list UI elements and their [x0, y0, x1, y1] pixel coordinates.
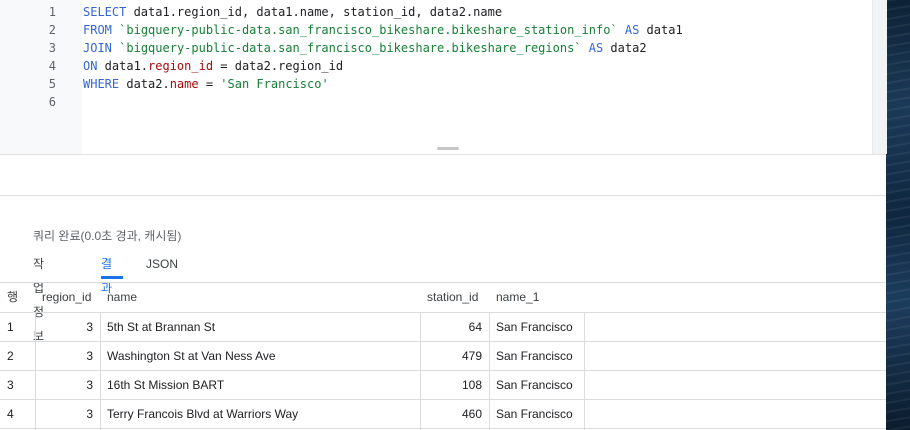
- bigquery-workspace: 1 2 3 4 5 6 SELECT data1.region_id, data…: [0, 0, 887, 430]
- region-id-cell[interactable]: 3: [35, 400, 100, 429]
- line-number: 3: [48, 41, 56, 55]
- query-status: 쿼리 완료(0.0초 경과, 캐시됨): [33, 229, 182, 243]
- column-divider: [489, 313, 490, 430]
- line-number: 2: [48, 23, 56, 37]
- query-editor[interactable]: 1 2 3 4 5 6 SELECT data1.region_id, data…: [0, 0, 887, 155]
- name-cell[interactable]: Terry Francois Blvd at Warriors Way: [100, 400, 420, 429]
- code-token: region_id: [148, 59, 214, 73]
- column-header-name[interactable]: name: [100, 282, 420, 312]
- line-number: 6: [48, 95, 56, 109]
- table-row: 3 3 16th St Mission BART 108 San Francis…: [0, 371, 886, 400]
- section-divider: [0, 195, 886, 196]
- code-token: data1: [639, 23, 683, 37]
- code-line[interactable]: WHERE data2.name = 'San Francisco': [83, 75, 329, 93]
- table-border: [0, 428, 886, 429]
- row-number-cell: 1: [7, 320, 14, 334]
- column-header-row-number[interactable]: 행: [0, 282, 35, 312]
- code-line[interactable]: SELECT data1.region_id, data1.name, stat…: [83, 3, 502, 21]
- station-id-cell[interactable]: 460: [420, 400, 489, 429]
- code-token: name: [169, 77, 199, 91]
- station-id-cell[interactable]: 64: [420, 313, 489, 342]
- row-number-cell: 3: [7, 378, 14, 392]
- code-token: data2.: [119, 77, 170, 91]
- station-id-cell[interactable]: 479: [420, 342, 489, 371]
- table-row: 1 3 5th St at Brannan St 64 San Francisc…: [0, 313, 886, 342]
- table-row: 2 3 Washington St at Van Ness Ave 479 Sa…: [0, 342, 886, 371]
- name-cell[interactable]: 16th St Mission BART: [100, 371, 420, 400]
- code-token: FROM: [83, 23, 112, 37]
- region-id-cell[interactable]: 3: [35, 313, 100, 342]
- code-token: =: [198, 77, 221, 91]
- name-1-cell[interactable]: San Francisco: [489, 400, 584, 429]
- resize-handle[interactable]: [437, 147, 459, 150]
- column-header-station-id[interactable]: station_id: [420, 282, 489, 312]
- editor-scrollbar[interactable]: [872, 0, 887, 154]
- code-token: 'San Francisco': [220, 77, 329, 91]
- row-number-cell: 4: [7, 407, 14, 421]
- code-token: `bigquery-public-data.san_francisco_bike…: [119, 41, 582, 55]
- column-divider: [35, 313, 36, 430]
- region-id-cell[interactable]: 3: [35, 342, 100, 371]
- code-line[interactable]: JOIN `bigquery-public-data.san_francisco…: [83, 39, 647, 57]
- code-token: AS: [624, 23, 640, 37]
- code-token: AS: [588, 41, 604, 55]
- row-number-cell: 2: [7, 349, 14, 363]
- code-token: SELECT: [83, 5, 127, 19]
- active-tab-indicator: [101, 276, 123, 279]
- region-id-cell[interactable]: 3: [35, 371, 100, 400]
- name-cell[interactable]: Washington St at Van Ness Ave: [100, 342, 420, 371]
- results-table: 행 region_id name station_id name_1 1 3 5…: [0, 282, 886, 430]
- code-line[interactable]: ON data1.region_id = data2.region_id: [83, 57, 343, 75]
- line-number-gutter: 1 2 3 4 5 6: [0, 0, 82, 154]
- line-number: 4: [48, 59, 56, 73]
- name-cell[interactable]: 5th St at Brannan St: [100, 313, 420, 342]
- table-header-row: 행 region_id name station_id name_1: [0, 282, 886, 312]
- line-number: 1: [48, 5, 56, 19]
- station-id-cell[interactable]: 108: [420, 371, 489, 400]
- code-token: JOIN: [83, 41, 112, 55]
- code-token: = data2.region_id: [213, 59, 344, 73]
- code-token: data1.: [97, 59, 149, 73]
- code-token: ON: [83, 59, 98, 73]
- column-header-region-id[interactable]: region_id: [35, 282, 100, 312]
- column-header-name-1[interactable]: name_1: [489, 282, 584, 312]
- column-divider: [100, 313, 101, 430]
- table-row: 4 3 Terry Francois Blvd at Warriors Way …: [0, 400, 886, 429]
- column-divider: [420, 313, 421, 430]
- name-1-cell[interactable]: San Francisco: [489, 342, 584, 371]
- tab-json[interactable]: JSON: [146, 252, 178, 276]
- name-1-cell[interactable]: San Francisco: [489, 371, 584, 400]
- desktop-background: [886, 0, 910, 430]
- name-1-cell[interactable]: San Francisco: [489, 313, 584, 342]
- code-token: WHERE: [83, 77, 120, 91]
- line-number: 5: [48, 77, 56, 91]
- code-token: `bigquery-public-data.san_francisco_bike…: [119, 23, 618, 37]
- column-divider: [584, 313, 585, 430]
- code-line[interactable]: FROM `bigquery-public-data.san_francisco…: [83, 21, 683, 39]
- code-token: data1.region_id, data1.name, station_id,…: [126, 5, 503, 19]
- code-token: data2: [603, 41, 647, 55]
